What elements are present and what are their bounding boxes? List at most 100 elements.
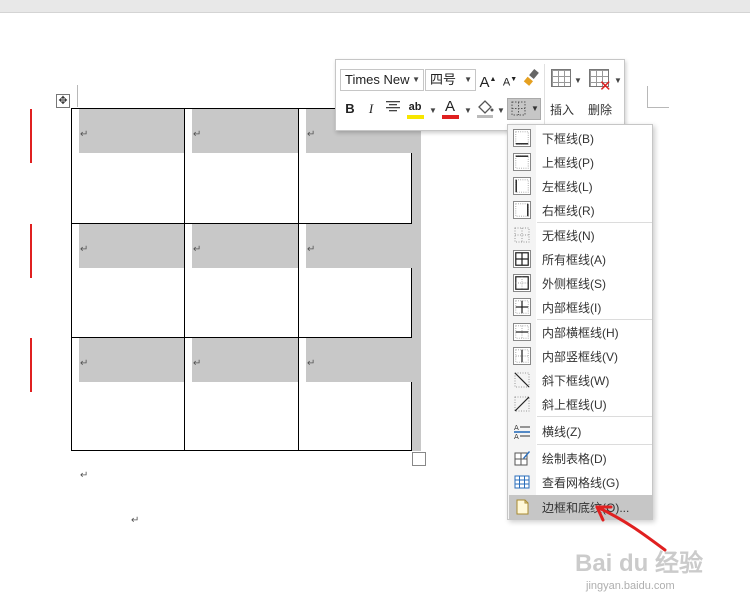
menu-item-inside-vertical-border[interactable]: 内部竖框线(V): [509, 344, 652, 368]
chevron-down-icon[interactable]: ▼: [464, 70, 472, 90]
paragraph-mark: ↵: [193, 358, 202, 369]
menu-item-label: 内部竖框线(V): [542, 350, 618, 364]
menu-item-outside-borders[interactable]: 外侧框线(S): [509, 271, 652, 295]
chevron-down-icon[interactable]: ▼: [429, 106, 437, 115]
chevron-down-icon[interactable]: ▼: [574, 76, 582, 85]
cell-shading: [79, 109, 184, 153]
font-size-combo[interactable]: 四号 ▼: [425, 69, 476, 91]
bold-icon: B: [345, 101, 355, 116]
center-align-button[interactable]: [383, 99, 403, 119]
paragraph-mark: ↵: [193, 129, 202, 140]
menu-separator: [537, 416, 652, 417]
menu-item-label: 查看网格线(G): [542, 476, 620, 490]
document-table[interactable]: ↵ ↵ ↵ ↵ ↵ ↵ ↵ ↵ ↵: [71, 108, 412, 451]
menu-item-all-borders[interactable]: 所有框线(A): [509, 247, 652, 271]
italic-button[interactable]: I: [361, 99, 381, 119]
grow-font-button[interactable]: A▲: [478, 70, 498, 91]
menu-item-horizontal-line[interactable]: AA 横线(Z): [509, 419, 652, 443]
borders-dropdown-menu: 下框线(B) 上框线(P) 左框线(L) 右框线(R) 无框线(N) 所有框线(…: [507, 124, 653, 520]
borders-button[interactable]: ▼: [507, 98, 541, 120]
table-move-handle[interactable]: ✥: [56, 94, 70, 108]
table-column-shading-strip: [412, 108, 421, 451]
table-cell[interactable]: ↵: [299, 224, 412, 338]
insert-button[interactable]: ▼ 插入: [548, 66, 582, 118]
menu-item-diagonal-up-border[interactable]: 斜上框线(U): [509, 392, 652, 416]
paragraph-mark: ↵: [307, 358, 316, 369]
mini-toolbar: Times New ▼ 四号 ▼ A▲ A▼ B I ab ▼ A ▼ ▼ ▼ …: [335, 59, 625, 131]
italic-icon: I: [368, 101, 374, 116]
format-painter-icon: [523, 69, 539, 86]
table-cell[interactable]: ↵: [299, 338, 412, 450]
diagonal-down-border-icon: [514, 372, 530, 388]
menu-item-label: 绘制表格(D): [542, 452, 607, 466]
paragraph-mark: ↵: [80, 129, 89, 140]
menu-item-right-border[interactable]: 右框线(R): [509, 198, 652, 222]
menu-item-inside-horizontal-border[interactable]: 内部横框线(H): [509, 320, 652, 344]
toolbar-divider: [544, 64, 545, 126]
insert-label: 插入: [550, 103, 575, 117]
menu-item-label: 无框线(N): [542, 229, 595, 243]
top-border-icon: [513, 153, 531, 171]
font-color-icon: A: [444, 98, 455, 115]
menu-item-no-border[interactable]: 无框线(N): [509, 223, 652, 247]
menu-item-draw-table[interactable]: 绘制表格(D): [509, 446, 652, 470]
left-border-icon: [513, 177, 531, 195]
table-cell[interactable]: ↵: [185, 109, 299, 224]
paragraph-mark: ↵: [80, 470, 89, 481]
delete-button[interactable]: ✕ ▼ 删除: [586, 66, 622, 118]
menu-separator: [537, 444, 652, 445]
menu-item-label: 内部框线(I): [542, 301, 602, 315]
highlight-icon: ab: [408, 101, 422, 113]
table-resize-handle[interactable]: [412, 452, 426, 466]
format-painter-button[interactable]: [521, 69, 541, 89]
chevron-down-icon[interactable]: ▼: [412, 70, 420, 90]
chevron-down-icon[interactable]: ▼: [464, 106, 472, 115]
font-color-button[interactable]: A: [440, 97, 460, 119]
cell-shading: [306, 338, 412, 382]
menu-item-inside-borders[interactable]: 内部框线(I): [509, 295, 652, 319]
menu-item-bottom-border[interactable]: 下框线(B): [509, 126, 652, 150]
paragraph-mark: ↵: [131, 515, 140, 526]
borders-shading-icon: [516, 499, 529, 515]
menu-item-label: 上框线(P): [542, 156, 594, 170]
chevron-down-icon[interactable]: ▼: [614, 76, 622, 85]
chevron-down-icon[interactable]: ▼: [531, 99, 539, 119]
table-cell[interactable]: ↵: [72, 109, 185, 224]
table-cell[interactable]: ↵: [185, 338, 299, 450]
font-name-combo[interactable]: Times New ▼: [340, 69, 424, 91]
grow-font-icon: A: [479, 74, 490, 91]
watermark-url: jingyan.baidu.com: [586, 580, 675, 592]
inside-vertical-border-icon: [513, 347, 531, 365]
shading-button[interactable]: [475, 98, 495, 118]
bold-button[interactable]: B: [340, 99, 360, 119]
menu-item-label: 下框线(B): [542, 132, 594, 146]
cell-shading: [192, 224, 298, 268]
svg-text:A: A: [514, 433, 519, 440]
highlight-button[interactable]: ab: [405, 97, 425, 119]
table-cell[interactable]: ↵: [185, 224, 299, 338]
inside-borders-icon: [513, 298, 531, 316]
menu-item-label: 斜上框线(U): [542, 398, 607, 412]
horizontal-line-icon: AA: [514, 424, 530, 440]
font-color-swatch: [442, 115, 459, 119]
menu-item-diagonal-down-border[interactable]: 斜下框线(W): [509, 368, 652, 392]
chevron-down-icon[interactable]: ▼: [497, 106, 505, 115]
svg-text:A: A: [514, 424, 519, 432]
margin-corner-mark: [647, 86, 669, 108]
change-bar: [30, 338, 32, 392]
menu-item-view-gridlines[interactable]: 查看网格线(G): [509, 470, 652, 494]
menu-item-left-border[interactable]: 左框线(L): [509, 174, 652, 198]
red-x-icon: ✕: [599, 78, 612, 95]
change-bar: [30, 109, 32, 163]
table-cell[interactable]: ↵: [72, 224, 185, 338]
paint-bucket-icon: [477, 100, 494, 118]
menu-item-label: 右框线(R): [542, 204, 595, 218]
table-cell[interactable]: ↵: [72, 338, 185, 450]
paragraph-mark: ↵: [193, 244, 202, 255]
menu-item-label: 所有框线(A): [542, 253, 606, 267]
shrink-font-button[interactable]: A▼: [500, 70, 520, 90]
delete-label: 删除: [588, 103, 613, 117]
top-bar: [0, 0, 750, 13]
watermark-logo: Bai du 经验: [575, 550, 704, 577]
menu-item-top-border[interactable]: 上框线(P): [509, 150, 652, 174]
